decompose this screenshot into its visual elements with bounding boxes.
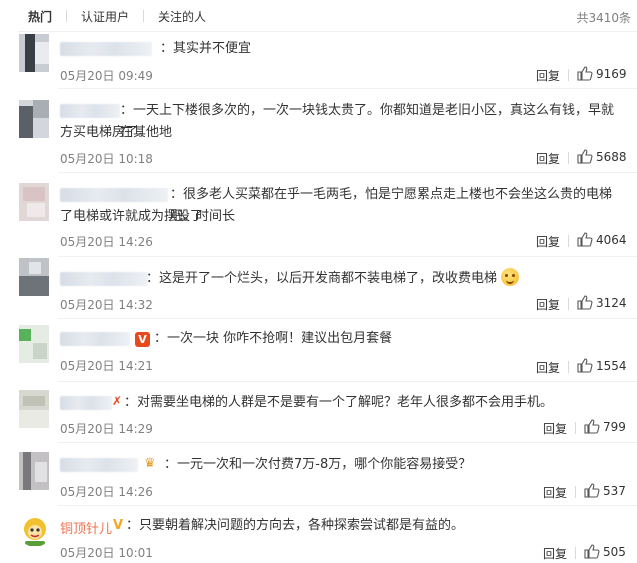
comment-total-count: 共3410条 [576,11,631,25]
tab-separator [66,10,68,22]
comment-time: 05月20日 14:21 [60,359,153,373]
username-redacted[interactable] [60,104,120,118]
like-count: 537 [603,483,626,498]
reply-button[interactable]: 回复 [536,359,560,376]
thumbs-up-icon [584,419,600,434]
username-redacted[interactable] [60,396,112,410]
like-button[interactable]: 5688 [577,149,627,164]
monkey-avatar-icon [19,515,51,547]
thumbs-up-icon [577,295,593,310]
header-divider [18,31,637,32]
comment-time: 05月20日 10:18 [60,152,153,166]
like-count: 505 [603,544,626,559]
avatar[interactable] [19,183,49,221]
comment-time: 05月20日 14:32 [60,298,153,312]
reply-button[interactable]: 回复 [543,545,567,562]
comment-text-continued: 方买电梯房了。 [60,125,152,140]
comment-divider [58,172,637,173]
comment-divider [58,381,637,382]
avatar[interactable] [19,34,49,72]
thumbs-up-icon [584,483,600,498]
like-count: 5688 [596,149,627,164]
like-button[interactable]: 1554 [577,358,627,373]
avatar[interactable] [19,515,51,547]
username-link[interactable]: 铜顶针儿 [60,518,112,537]
thumbs-up-icon [577,66,593,81]
action-separator [575,422,576,434]
comment-divider [58,256,637,257]
comment-time: 05月20日 09:49 [60,69,153,83]
avatar[interactable] [19,452,49,490]
username-redacted[interactable] [60,42,152,56]
action-separator [568,361,569,373]
thumbs-up-icon [577,232,593,247]
crown-icon: ♛ [144,456,156,471]
like-button[interactable]: 9169 [577,66,627,81]
comment-text: ：一次一块 你咋不抢啊！建议出包月套餐 [154,331,393,346]
thumbs-up-icon [577,149,593,164]
comment-time: 05月20日 14:26 [60,485,153,499]
tab-verified-users[interactable]: 认证用户 [81,8,129,25]
username-redacted[interactable] [60,332,130,346]
like-button[interactable]: 505 [584,544,626,559]
avatar[interactable] [19,100,49,138]
reply-button[interactable]: 回复 [536,67,560,84]
comment-time: 05月20日 14:29 [60,422,153,436]
comment-text-body: ：这是开了一个烂头，以后开发商都不装电梯了，改收费电梯 [146,271,498,286]
like-count: 9169 [596,66,627,81]
comment-text: ：只要朝着解决问题的方向去，各种探索尝试都是有益的。 [126,518,465,533]
reply-button[interactable]: 回复 [536,296,560,313]
avatar[interactable] [19,390,49,428]
action-separator [568,69,569,81]
action-separator [568,298,569,310]
reply-button[interactable]: 回复 [543,484,567,501]
thumbs-up-icon [577,358,593,373]
like-button[interactable]: 3124 [577,295,627,310]
avatar[interactable] [19,258,49,296]
username-redacted[interactable] [60,458,138,472]
tab-separator [143,10,145,22]
tab-following[interactable]: 关注的人 [158,8,206,25]
thumbs-up-icon [584,544,600,559]
like-count: 4064 [596,232,627,247]
username-redacted[interactable] [60,272,148,286]
action-separator [575,486,576,498]
comment-text: ：一元一次和一次付费7万-8万，哪个你能容易接受？ [164,457,472,472]
comment-filter-tabs: 热门 认证用户 关注的人 [0,0,637,32]
comment-text-continued: 了电梯或许就成为摆设了 [60,209,204,224]
comment-divider [58,318,637,319]
action-separator [568,235,569,247]
comment-divider [58,505,637,506]
action-separator [568,152,569,164]
username-redacted[interactable] [60,188,168,202]
like-button[interactable]: 537 [584,483,626,498]
comment-divider [58,442,637,443]
comment-text: ：这是开了一个烂头，以后开发商都不装电梯了，改收费电梯 [146,268,619,290]
avatar[interactable] [19,325,49,363]
like-button[interactable]: 4064 [577,232,627,247]
like-button[interactable]: 799 [584,419,626,434]
verified-badge: V [113,518,124,533]
like-count: 3124 [596,295,627,310]
action-separator [575,547,576,559]
smile-emoji-icon [501,268,520,286]
comment-text: ：其实并不便宜 [160,41,252,56]
comment-text: ：对需要坐电梯的人群是不是要有一个了解呢？老年人很多都不会用手机。 [124,395,554,410]
user-level-icon: ✗ [112,394,123,408]
comment-time: 05月20日 14:26 [60,235,153,249]
verified-badge: V [135,332,150,347]
tab-hot[interactable]: 热门 [28,8,52,25]
reply-button[interactable]: 回复 [543,420,567,437]
reply-button[interactable]: 回复 [536,233,560,250]
like-count: 799 [603,419,626,434]
reply-button[interactable]: 回复 [536,150,560,167]
comment-divider [58,88,637,89]
like-count: 1554 [596,358,627,373]
comment-time: 05月20日 10:01 [60,546,153,560]
